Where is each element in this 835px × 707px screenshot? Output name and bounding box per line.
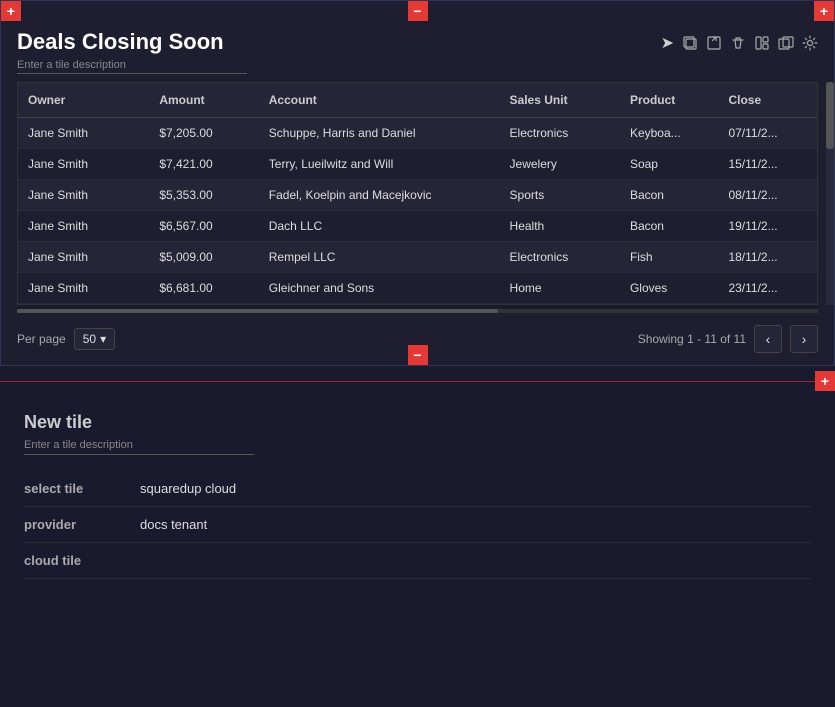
table-row: Jane Smith$7,205.00Schuppe, Harris and D… — [18, 118, 817, 149]
widget-description[interactable]: Enter a tile description — [17, 59, 247, 74]
cell-amount[interactable]: $7,421.00 — [149, 149, 258, 180]
cell-product[interactable]: Gloves — [620, 273, 719, 304]
config-row-provider: provider docs tenant — [24, 507, 811, 543]
add-btn-bottom-center[interactable]: − — [408, 345, 428, 365]
cell-sales_unit[interactable]: Electronics — [500, 242, 620, 273]
cell-sales_unit[interactable]: Health — [500, 211, 620, 242]
per-page-value: 50 — [83, 332, 96, 346]
new-tile-section: New tile Enter a tile description select… — [0, 396, 835, 595]
horizontal-scrollbar-area[interactable] — [17, 305, 818, 313]
col-header-owner[interactable]: Owner — [18, 83, 149, 118]
scrollbar-thumb — [826, 82, 834, 149]
cell-sales_unit[interactable]: Electronics — [500, 118, 620, 149]
cell-owner[interactable]: Jane Smith — [18, 242, 149, 273]
cell-account[interactable]: Dach LLC — [259, 211, 500, 242]
table-row: Jane Smith$7,421.00Terry, Lueilwitz and … — [18, 149, 817, 180]
cell-close[interactable]: 15/11/2... — [718, 149, 817, 180]
widget-title-area: Deals Closing Soon Enter a tile descript… — [17, 29, 661, 74]
add-btn-top-center[interactable]: − — [408, 1, 428, 21]
settings-icon[interactable] — [802, 35, 818, 51]
copy-icon[interactable] — [682, 35, 698, 51]
cell-owner[interactable]: Jane Smith — [18, 273, 149, 304]
cell-product[interactable]: Fish — [620, 242, 719, 273]
data-table: Owner Amount Account Sales Unit Product … — [18, 83, 817, 304]
select-tile-label: select tile — [24, 481, 124, 496]
table-row: Jane Smith$6,567.00Dach LLCHealthBacon19… — [18, 211, 817, 242]
cell-account[interactable]: Schuppe, Harris and Daniel — [259, 118, 500, 149]
new-tile-description[interactable]: Enter a tile description — [24, 439, 254, 455]
table-scroll-wrapper: Owner Amount Account Sales Unit Product … — [1, 82, 834, 305]
cursor-icon: ➤ — [661, 33, 674, 53]
select-tile-value[interactable]: squaredup cloud — [140, 481, 236, 496]
vertical-scrollbar[interactable] — [826, 82, 834, 305]
provider-label: provider — [24, 517, 124, 532]
cell-owner[interactable]: Jane Smith — [18, 118, 149, 149]
per-page-dropdown[interactable]: 50 ▾ — [74, 328, 115, 350]
cell-product[interactable]: Bacon — [620, 211, 719, 242]
cell-account[interactable]: Gleichner and Sons — [259, 273, 500, 304]
add-btn-top-right[interactable]: + — [814, 1, 834, 21]
next-page-button[interactable]: › — [790, 325, 818, 353]
col-header-salesunit[interactable]: Sales Unit — [500, 83, 620, 118]
table-row: Jane Smith$5,009.00Rempel LLCElectronics… — [18, 242, 817, 273]
per-page-label: Per page — [17, 332, 66, 346]
widget-toolbar: ➤ — [661, 29, 818, 53]
scrollbar-track — [17, 309, 818, 313]
pagination-info: Showing 1 - 11 of 11 ‹ › — [638, 325, 818, 353]
new-tile-title: New tile — [24, 412, 811, 433]
separator-line — [0, 381, 835, 382]
widget-title: Deals Closing Soon — [17, 29, 661, 55]
cell-sales_unit[interactable]: Home — [500, 273, 620, 304]
cloud-tile-label: cloud tile — [24, 553, 124, 568]
table-body: Jane Smith$7,205.00Schuppe, Harris and D… — [18, 118, 817, 304]
cell-close[interactable]: 19/11/2... — [718, 211, 817, 242]
col-header-product[interactable]: Product — [620, 83, 719, 118]
scrollbar-thumb-horiz — [17, 309, 498, 313]
layout-icon[interactable] — [754, 35, 770, 51]
table-row: Jane Smith$5,353.00Fadel, Koelpin and Ma… — [18, 180, 817, 211]
widget-panel: + − + Deals Closing Soon Enter a tile de… — [0, 0, 835, 366]
table-header: Owner Amount Account Sales Unit Product … — [18, 83, 817, 118]
provider-value[interactable]: docs tenant — [140, 517, 207, 532]
table-container: Owner Amount Account Sales Unit Product … — [17, 82, 818, 305]
per-page-selector: Per page 50 ▾ — [17, 328, 115, 350]
cell-amount[interactable]: $6,567.00 — [149, 211, 258, 242]
cell-product[interactable]: Bacon — [620, 180, 719, 211]
cell-amount[interactable]: $6,681.00 — [149, 273, 258, 304]
cell-account[interactable]: Rempel LLC — [259, 242, 500, 273]
cell-amount[interactable]: $7,205.00 — [149, 118, 258, 149]
showing-text: Showing 1 - 11 of 11 — [638, 332, 746, 346]
cell-product[interactable]: Keyboa... — [620, 118, 719, 149]
col-header-amount[interactable]: Amount — [149, 83, 258, 118]
cell-sales_unit[interactable]: Sports — [500, 180, 620, 211]
cell-product[interactable]: Soap — [620, 149, 719, 180]
cell-amount[interactable]: $5,009.00 — [149, 242, 258, 273]
cell-sales_unit[interactable]: Jewelery — [500, 149, 620, 180]
prev-page-button[interactable]: ‹ — [754, 325, 782, 353]
config-row-select-tile: select tile squaredup cloud — [24, 471, 811, 507]
table-row: Jane Smith$6,681.00Gleichner and SonsHom… — [18, 273, 817, 304]
col-header-account[interactable]: Account — [259, 83, 500, 118]
cell-close[interactable]: 23/11/2... — [718, 273, 817, 304]
delete-icon[interactable] — [730, 35, 746, 51]
cell-close[interactable]: 18/11/2... — [718, 242, 817, 273]
row-separator: + — [0, 366, 835, 396]
cell-owner[interactable]: Jane Smith — [18, 149, 149, 180]
duplicate-icon[interactable] — [778, 35, 794, 51]
cell-close[interactable]: 07/11/2... — [718, 118, 817, 149]
cell-close[interactable]: 08/11/2... — [718, 180, 817, 211]
chevron-down-icon: ▾ — [100, 332, 106, 346]
add-row-button[interactable]: + — [815, 371, 835, 391]
col-header-close[interactable]: Close — [718, 83, 817, 118]
config-row-cloud-tile: cloud tile — [24, 543, 811, 579]
export-icon[interactable] — [706, 35, 722, 51]
cell-owner[interactable]: Jane Smith — [18, 211, 149, 242]
cell-amount[interactable]: $5,353.00 — [149, 180, 258, 211]
cell-owner[interactable]: Jane Smith — [18, 180, 149, 211]
add-btn-top-left[interactable]: + — [1, 1, 21, 21]
cell-account[interactable]: Fadel, Koelpin and Macejkovic — [259, 180, 500, 211]
cell-account[interactable]: Terry, Lueilwitz and Will — [259, 149, 500, 180]
